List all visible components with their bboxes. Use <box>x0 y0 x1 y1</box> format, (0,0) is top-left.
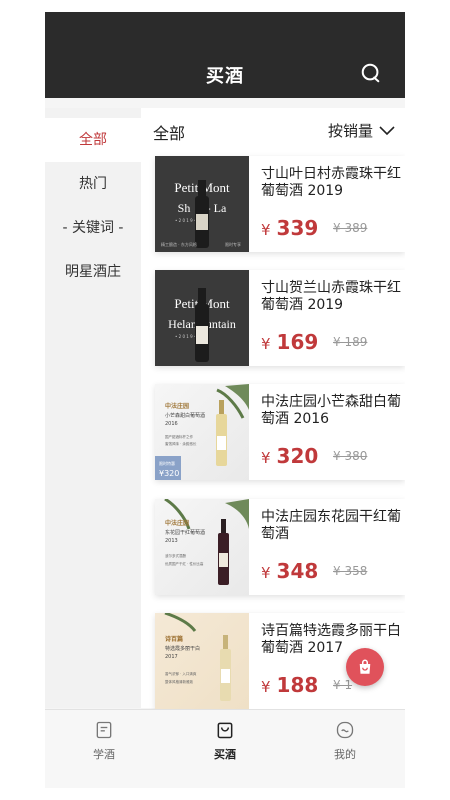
tab-learn[interactable]: 学酒 <box>64 720 144 762</box>
thumb-footer-left: 精工酿造 · 东方风格 <box>161 241 197 247</box>
product-name: 中法庄园东花园干红葡萄酒 <box>261 509 401 542</box>
product-price: ¥169 <box>261 330 319 354</box>
thumb-bullet1: 香气浓郁 · 入口清爽 <box>165 671 197 676</box>
thumb-line2: 2017 <box>165 654 178 660</box>
sidebar-item-star-wineries[interactable]: 明星酒庄 <box>45 250 141 294</box>
product-name: 中法庄园小芒森甜白葡萄酒 2016 <box>261 394 401 427</box>
category-sidebar: 全部 热门 - 关键词 - 明星酒庄 <box>45 108 141 708</box>
product-name: 寸山叶日村赤霞珠干红葡萄酒 2019 <box>261 166 401 199</box>
product-image: Petit Mont Helan untain • 2 0 1 9 • <box>155 270 249 366</box>
thumb-line2: 2013 <box>165 538 178 544</box>
search-icon[interactable] <box>360 62 382 84</box>
product-card[interactable]: 中法庄园 东花园干红葡萄酒 2013 波尔多式混酿 优质国产干红 · 性价比高 … <box>155 499 405 595</box>
thumb-title: 中法庄园 <box>165 402 189 410</box>
smile-icon <box>336 721 354 739</box>
tab-label: 我的 <box>334 748 356 761</box>
product-price: ¥339 <box>261 216 319 240</box>
top-bar: 买酒 <box>45 12 405 98</box>
product-card[interactable]: Petit Mont Sh ri - La • 2 0 1 9 • 精工酿造 ·… <box>155 156 405 252</box>
product-price: ¥188 <box>261 673 319 697</box>
page-title: 买酒 <box>206 66 244 87</box>
original-price: ¥ 189 <box>333 335 368 349</box>
thumb-title: 中法庄园 <box>165 519 189 527</box>
sidebar-item-keywords[interactable]: - 关键词 - <box>45 206 141 250</box>
thumb-bullet1: 国产甜酒标杆之作 <box>165 434 193 439</box>
product-card[interactable]: 中法庄园 小芒森甜白葡萄酒 2016 国产甜酒标杆之作 蜜饯风味 · 余韵悠长 … <box>155 384 405 480</box>
thumb-badge: 限时特惠 <box>159 460 175 466</box>
app-screen: 买酒 全部 热门 - 关键词 - 明星酒庄 全部 按销量 Petit Mont … <box>45 12 405 788</box>
tab-buy[interactable]: 买酒 <box>185 720 265 762</box>
thumb-line1: 特选霞多丽干白 <box>165 645 200 652</box>
thumb-bullet2: 整体风格清新雅致 <box>165 679 193 684</box>
original-price: ¥ 389 <box>333 221 368 235</box>
thumb-year: • 2 0 1 9 • <box>175 334 196 339</box>
thumb-footer-right: 限时专享 <box>225 241 241 247</box>
sidebar-item-all[interactable]: 全部 <box>45 118 141 162</box>
bag-icon <box>217 722 233 739</box>
cart-button[interactable] <box>346 648 384 686</box>
tab-label: 学酒 <box>93 748 115 761</box>
thumb-bullet2: 蜜饯风味 · 余韵悠长 <box>165 441 197 446</box>
product-name: 诗百篇特选霞多丽干白葡萄酒 2017 <box>261 623 401 656</box>
bottom-tab-bar: 学酒 买酒 我的 <box>45 709 405 788</box>
thumb-line1: 小芒森甜白葡萄酒 <box>165 412 205 419</box>
thumb-line1: 东花园干红葡萄酒 <box>165 529 205 536</box>
sidebar-item-hot[interactable]: 热门 <box>45 162 141 206</box>
sort-label: 按销量 <box>327 122 373 140</box>
thumb-bullet1: 波尔多式混酿 <box>165 553 186 558</box>
chevron-down-icon <box>379 125 395 135</box>
product-price: ¥348 <box>261 559 319 583</box>
original-price: ¥ 1 <box>333 678 353 692</box>
section-title: 全部 <box>153 124 186 143</box>
thumb-line2: 2016 <box>165 421 178 427</box>
book-icon <box>96 721 112 739</box>
thumb-price: ¥320 <box>159 469 179 478</box>
product-image: Petit Mont Sh ri - La • 2 0 1 9 • 精工酿造 ·… <box>155 156 249 252</box>
original-price: ¥ 358 <box>333 564 368 578</box>
product-image: 中法庄园 小芒森甜白葡萄酒 2016 国产甜酒标杆之作 蜜饯风味 · 余韵悠长 … <box>155 384 249 480</box>
original-price: ¥ 380 <box>333 449 368 463</box>
product-name: 寸山贺兰山赤霞珠干红葡萄酒 2019 <box>261 280 401 313</box>
product-image: 诗百篇 特选霞多丽干白 2017 香气浓郁 · 入口清爽 整体风格清新雅致 <box>155 613 249 709</box>
sort-dropdown[interactable]: 按销量 <box>328 120 395 141</box>
shopping-bag-icon <box>359 659 371 674</box>
product-card[interactable]: Petit Mont Helan untain • 2 0 1 9 • 寸山贺兰… <box>155 270 405 366</box>
thumb-year: • 2 0 1 9 • <box>175 218 196 223</box>
thumb-bullet2: 优质国产干红 · 性价比高 <box>165 561 204 566</box>
tab-profile[interactable]: 我的 <box>305 720 385 762</box>
product-price: ¥320 <box>261 444 319 468</box>
thumb-title: 诗百篇 <box>165 635 183 643</box>
product-image: 中法庄园 东花园干红葡萄酒 2013 波尔多式混酿 优质国产干红 · 性价比高 <box>155 499 249 595</box>
product-list-panel: 全部 按销量 Petit Mont Sh ri - La • 2 0 1 9 •… <box>141 108 405 709</box>
tab-label: 买酒 <box>214 748 236 761</box>
